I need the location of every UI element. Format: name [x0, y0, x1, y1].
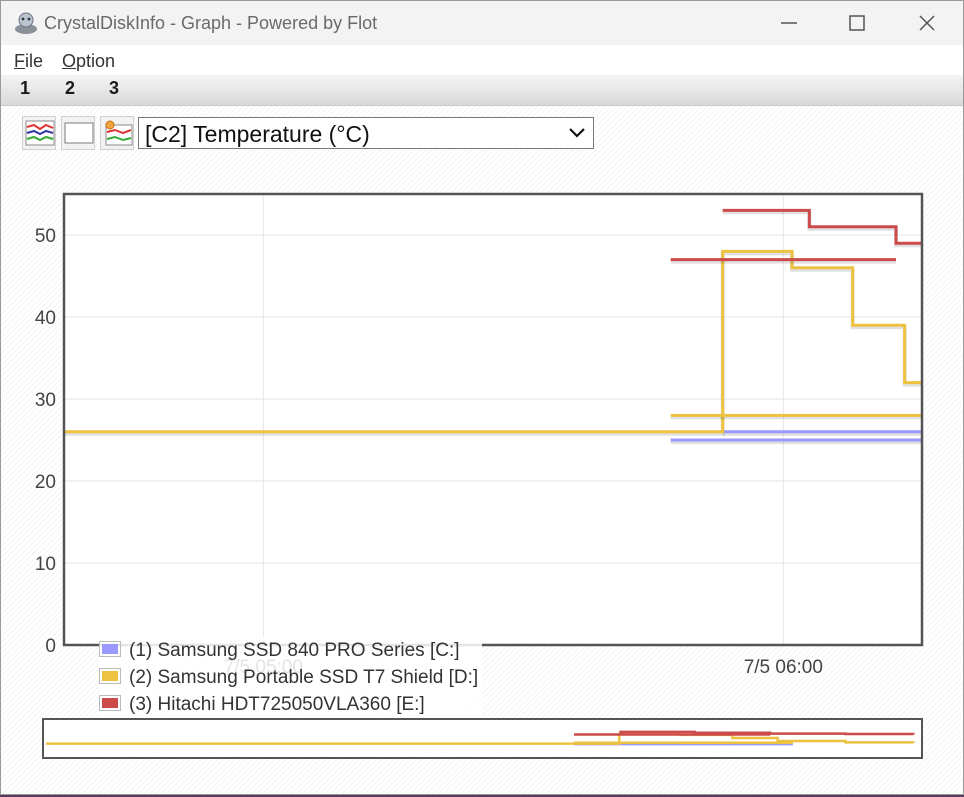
legend-swatch — [99, 668, 121, 684]
legend-entry: (1) Samsung SSD 840 PRO Series [C:] — [99, 637, 478, 664]
close-icon — [919, 15, 935, 31]
x-tick-label: 7/5 06:00 — [744, 657, 823, 678]
tab-disk-2[interactable]: 2 — [65, 78, 75, 99]
legend-label: (1) Samsung SSD 840 PRO Series [C:] — [129, 640, 460, 661]
tab-disk-1[interactable]: 1 — [20, 78, 30, 99]
legend-entry: (3) Hitachi HDT725050VLA360 [E:] — [99, 691, 478, 718]
y-tick-label: 20 — [35, 472, 56, 493]
y-tick-label: 30 — [35, 390, 56, 411]
legend-label: (3) Hitachi HDT725050VLA360 [E:] — [129, 694, 425, 715]
graph-window: CrystalDiskInfo - Graph - Powered by Flo… — [0, 0, 964, 795]
menu-option[interactable]: Option — [62, 51, 115, 72]
graph-area: [C2] Temperature (°C) 010203040507/5 05:… — [1, 106, 963, 794]
legend-label: (2) Samsung Portable SSD T7 Shield [D:] — [129, 667, 479, 688]
tab-disk-3[interactable]: 3 — [109, 78, 119, 99]
overview-selector[interactable] — [42, 718, 923, 759]
menu-file-label: ile — [25, 51, 44, 71]
menu-bar: File Option — [1, 47, 963, 75]
y-tick-label: 0 — [45, 636, 56, 657]
maximize-button[interactable] — [823, 1, 891, 45]
legend-swatch — [99, 695, 121, 711]
menu-option-label: ption — [76, 51, 116, 71]
menu-file-accesskey: F — [14, 51, 25, 71]
menu-file[interactable]: File — [14, 51, 43, 72]
disk-tab-bar: 1 2 3 — [1, 75, 963, 106]
y-tick-label: 10 — [35, 554, 56, 575]
y-tick-label: 50 — [35, 226, 56, 247]
crystaldiskinfo-app-icon — [15, 12, 37, 34]
title-bar[interactable]: CrystalDiskInfo - Graph - Powered by Flo… — [1, 1, 963, 45]
legend-entry: (2) Samsung Portable SSD T7 Shield [D:] — [99, 664, 478, 691]
legend-swatch — [99, 641, 121, 657]
y-tick-label: 40 — [35, 308, 56, 329]
chart-legend: (1) Samsung SSD 840 PRO Series [C:] (2) … — [99, 637, 483, 718]
window-title: CrystalDiskInfo - Graph - Powered by Flo… — [44, 13, 378, 33]
minimize-icon — [781, 22, 797, 24]
minimize-button[interactable] — [755, 1, 823, 45]
close-button[interactable] — [893, 1, 961, 45]
maximize-icon — [849, 15, 865, 31]
menu-option-accesskey: O — [62, 51, 77, 71]
